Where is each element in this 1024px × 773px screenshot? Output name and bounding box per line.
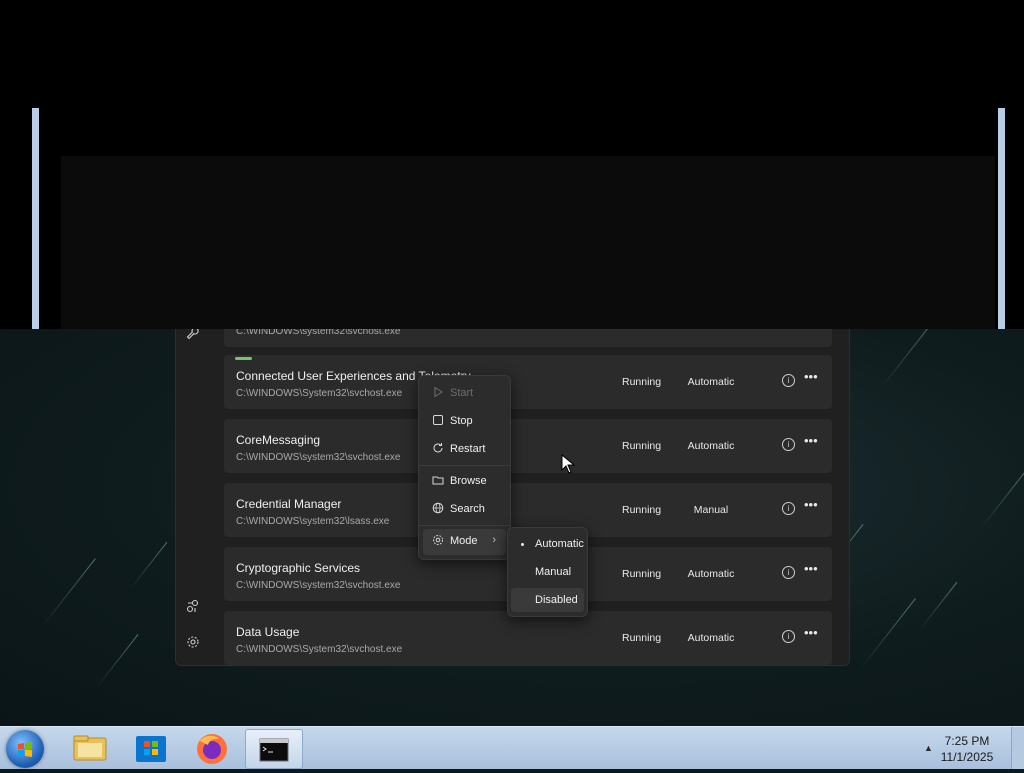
- folder-icon: [431, 474, 445, 488]
- service-name: CoreMessaging: [236, 433, 321, 447]
- taskbar-file-explorer[interactable]: [62, 729, 118, 767]
- more-options-icon[interactable]: •••: [804, 561, 818, 576]
- menu-item-start[interactable]: Start: [423, 381, 506, 407]
- service-status: Running: [622, 504, 662, 516]
- menu-separator: [419, 465, 510, 466]
- file-explorer-icon: [73, 735, 107, 761]
- more-options-icon[interactable]: •••: [804, 497, 818, 512]
- menu-item-label: Stop: [450, 415, 473, 427]
- service-status: Running: [622, 376, 662, 388]
- menu-item-label: Start: [450, 387, 474, 399]
- service-path: C:\WINDOWS\System32\svchost.exe: [236, 644, 403, 655]
- more-options-icon[interactable]: •••: [804, 433, 818, 448]
- mode-option-automatic[interactable]: Automatic: [511, 532, 584, 556]
- clock-date: 11/1/2025: [940, 750, 994, 764]
- info-icon[interactable]: i: [782, 438, 795, 451]
- wallpaper-streak: [979, 466, 1024, 530]
- service-progress-bar: [235, 357, 252, 360]
- menu-item-label: Restart: [450, 443, 486, 455]
- wrench-icon[interactable]: [185, 329, 201, 343]
- menu-item-search[interactable]: Search: [423, 497, 506, 523]
- service-path: C:\WINDOWS\system32\svchost.exe: [236, 329, 401, 337]
- service-startup-mode: Automatic: [687, 440, 735, 452]
- service-status: Running: [622, 632, 662, 644]
- play-icon: [431, 386, 445, 400]
- clock-time: 7:25 PM: [944, 734, 990, 748]
- service-row[interactable]: Connected User Experiences and Telemetry…: [224, 355, 832, 409]
- info-icon[interactable]: i: [782, 630, 795, 643]
- taskbar-firefox[interactable]: [184, 729, 240, 767]
- service-name: Data Usage: [236, 625, 300, 639]
- wallpaper-streak: [859, 598, 916, 670]
- service-name: Cryptographic Services: [236, 561, 361, 575]
- info-icon[interactable]: i: [782, 502, 795, 515]
- service-startup-mode: Automatic: [687, 632, 735, 644]
- more-options-icon[interactable]: •••: [804, 369, 818, 384]
- service-name: Credential Manager: [236, 497, 342, 511]
- service-startup-mode: Automatic: [687, 568, 735, 580]
- menu-item-label: Search: [450, 503, 485, 515]
- menu-item-stop[interactable]: Stop: [423, 409, 506, 435]
- mode-option-disabled[interactable]: Disabled: [511, 588, 584, 612]
- chevron-right-icon: ›: [492, 534, 496, 546]
- service-row[interactable]: Data Usage C:\WINDOWS\System32\svchost.e…: [224, 611, 832, 665]
- restart-icon: [431, 442, 445, 456]
- selected-dot-icon: [521, 543, 524, 546]
- black-overlay-area: [0, 0, 1024, 329]
- menu-item-browse[interactable]: Browse: [423, 469, 506, 495]
- globe-icon: [431, 502, 445, 516]
- firefox-icon: [197, 734, 227, 764]
- menu-item-mode[interactable]: Mode ›: [423, 529, 506, 555]
- service-startup-mode: Manual: [693, 504, 729, 516]
- wallpaper-streak: [129, 541, 168, 590]
- taskbar-command-prompt[interactable]: [245, 729, 303, 769]
- left-edge-bar: [32, 108, 39, 329]
- windows-logo-icon: [18, 742, 32, 757]
- dark-window-region: [61, 156, 995, 329]
- menu-item-label: Browse: [450, 475, 487, 487]
- service-path: C:\WINDOWS\system32\svchost.exe: [236, 452, 401, 463]
- wallpaper-streak: [39, 558, 96, 630]
- info-icon[interactable]: i: [782, 374, 795, 387]
- service-row[interactable]: C:\WINDOWS\system32\svchost.exe: [224, 329, 832, 347]
- command-prompt-icon: [259, 738, 289, 762]
- mode-submenu: Automatic Manual Disabled: [507, 527, 588, 617]
- service-path: C:\WINDOWS\system32\svchost.exe: [236, 580, 401, 591]
- wallpaper-streak: [919, 581, 958, 630]
- navigation-rail: [176, 329, 210, 665]
- info-icon[interactable]: i: [782, 566, 795, 579]
- taskbar: ▲ 7:25 PM 11/1/2025: [0, 726, 1024, 769]
- service-row[interactable]: CoreMessaging C:\WINDOWS\system32\svchos…: [224, 419, 832, 473]
- wallpaper-streak: [879, 329, 936, 390]
- more-options-icon[interactable]: •••: [804, 625, 818, 640]
- right-edge-bar: [998, 108, 1005, 329]
- service-path: C:\WINDOWS\system32\lsass.exe: [236, 516, 390, 527]
- menu-item-restart[interactable]: Restart: [423, 437, 506, 463]
- mode-option-label: Automatic: [535, 538, 584, 550]
- taskbar-store[interactable]: [123, 729, 179, 767]
- store-icon: [136, 736, 166, 762]
- wallpaper-streak: [94, 634, 139, 690]
- extensions-icon[interactable]: [185, 599, 201, 615]
- mode-option-label: Disabled: [535, 594, 578, 606]
- menu-separator: [419, 525, 510, 526]
- start-button[interactable]: [6, 730, 44, 768]
- mode-option-label: Manual: [535, 566, 572, 578]
- service-context-menu: Start Stop Restart Browse Search Mode ›: [418, 375, 511, 560]
- service-status: Running: [622, 440, 662, 452]
- show-desktop-button[interactable]: [1011, 727, 1024, 769]
- service-status: Running: [622, 568, 662, 580]
- system-clock[interactable]: 7:25 PM 11/1/2025: [932, 733, 1002, 765]
- menu-item-label: Mode: [450, 535, 478, 547]
- gear-icon: [431, 534, 445, 548]
- mouse-cursor-icon: [561, 454, 575, 474]
- settings-gear-icon[interactable]: [185, 635, 201, 651]
- stop-icon: [431, 414, 445, 428]
- service-startup-mode: Automatic: [687, 376, 735, 388]
- mode-option-manual[interactable]: Manual: [511, 560, 584, 584]
- service-path: C:\WINDOWS\System32\svchost.exe: [236, 388, 403, 399]
